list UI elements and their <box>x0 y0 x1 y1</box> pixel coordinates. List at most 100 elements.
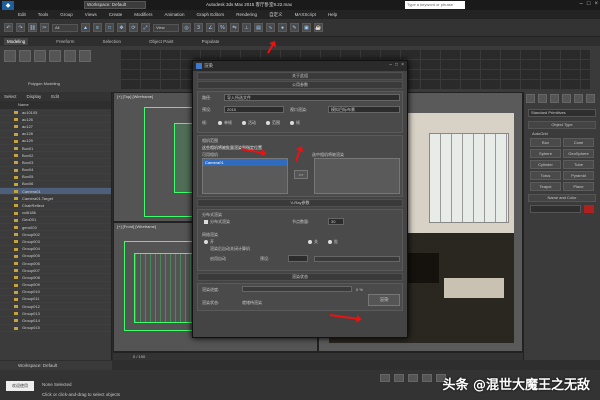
ribbon-tab-populate[interactable]: Populate <box>202 39 220 44</box>
element-icon[interactable] <box>64 50 76 62</box>
menu-animation[interactable]: Animation <box>165 12 185 17</box>
render-status-rollout[interactable]: 渲染状态 <box>197 273 403 281</box>
vertex-icon[interactable] <box>4 50 16 62</box>
edge-icon[interactable] <box>19 50 31 62</box>
dialog-maximize-icon[interactable]: □ <box>395 62 398 68</box>
menu-customize[interactable]: 自定义 <box>269 12 283 18</box>
rect-select-icon[interactable]: □ <box>105 23 114 32</box>
scene-object-item[interactable]: Group008 <box>0 274 111 282</box>
menu-edit[interactable]: Edit <box>18 12 26 17</box>
dialog-close-icon[interactable]: × <box>401 62 404 68</box>
menu-help[interactable]: Help <box>328 12 337 17</box>
menu-views[interactable]: Views <box>85 12 97 17</box>
net-radio-off[interactable] <box>308 240 312 244</box>
scene-object-item[interactable]: Group009 <box>0 282 111 289</box>
menu-modifiers[interactable]: Modifiers <box>134 12 152 17</box>
prev-frame-icon[interactable] <box>394 374 404 382</box>
link-icon[interactable]: ⛓ <box>28 23 37 32</box>
move-icon[interactable]: ✥ <box>117 23 126 32</box>
scene-object-item[interactable]: Box05 <box>0 174 111 181</box>
render-frame-icon[interactable]: ▣ <box>302 23 311 32</box>
snap-icon[interactable]: 3 <box>194 23 203 32</box>
create-tab-icon[interactable] <box>526 94 535 103</box>
workspace-dropdown[interactable]: Workspace: Default <box>84 1 146 9</box>
search-input[interactable]: Type a keyword or phrase <box>405 1 465 9</box>
scene-object-item[interactable]: ac129 <box>0 138 111 145</box>
scene-object-item[interactable]: ac127 <box>0 123 111 131</box>
explorer-tab-display[interactable]: Display <box>27 94 42 99</box>
scene-object-item[interactable]: ChairReflect <box>0 202 111 210</box>
object-type-rollout[interactable]: Object Type <box>528 121 596 129</box>
geosphere-button[interactable]: GeoSphere <box>563 149 594 158</box>
available-camera-list[interactable]: Camera01 <box>202 158 288 194</box>
menu-graph-editors[interactable]: Graph Editors <box>197 12 225 17</box>
object-color-swatch[interactable] <box>584 205 594 213</box>
unlink-icon[interactable]: ✂ <box>40 23 49 32</box>
utilities-tab-icon[interactable] <box>586 94 595 103</box>
range-radio-4[interactable] <box>290 121 294 125</box>
scene-object-item[interactable]: Group012 <box>0 303 111 311</box>
selected-camera-list[interactable] <box>314 158 400 194</box>
scene-object-item[interactable]: Box03 <box>0 159 111 167</box>
close-icon[interactable]: × <box>594 1 598 7</box>
scene-object-item[interactable]: gero003 <box>0 224 111 232</box>
viewport-render-dropdown[interactable]: 模拟目标布景 <box>328 106 400 113</box>
polygon-modeling-label[interactable]: Polygon Modeling <box>28 81 60 86</box>
explorer-tab-select[interactable]: Select <box>4 94 17 99</box>
scene-object-item[interactable]: Camera01.Target <box>0 195 111 203</box>
object-name-field[interactable] <box>530 205 581 213</box>
go-start-icon[interactable] <box>380 374 390 382</box>
motion-tab-icon[interactable] <box>562 94 571 103</box>
range-radio-2[interactable] <box>242 121 246 125</box>
welcome-button[interactable]: 欢迎使用 <box>6 381 34 391</box>
rotate-icon[interactable]: ⟳ <box>129 23 138 32</box>
ribbon-tab-selection[interactable]: Selection <box>103 39 122 44</box>
workspace-selector[interactable]: Workspace: Default <box>0 360 112 370</box>
scene-object-item[interactable]: ccl6186 <box>0 210 111 217</box>
menu-rendering[interactable]: Rendering <box>236 12 257 17</box>
tube-button[interactable]: Tube <box>563 160 594 169</box>
ribbon-tab-freeform[interactable]: Freeform <box>56 39 74 44</box>
sphere-button[interactable]: Sphere <box>530 149 561 158</box>
menu-group[interactable]: Group <box>60 12 73 17</box>
scene-object-item[interactable]: Group010 <box>0 289 111 296</box>
preset-dropdown[interactable]: 2015 <box>224 106 284 113</box>
scene-object-item[interactable]: Box06 <box>0 181 111 189</box>
scene-object-item[interactable]: ac128 <box>0 131 111 138</box>
name-column-header[interactable]: Name <box>0 101 111 109</box>
net-radio-batch[interactable] <box>328 240 332 244</box>
pivot-icon[interactable]: ◎ <box>182 23 191 32</box>
layer-icon[interactable]: ▤ <box>254 23 263 32</box>
minimize-icon[interactable]: – <box>580 1 583 7</box>
name-color-rollout[interactable]: Name and Color <box>528 194 596 202</box>
scene-object-item[interactable]: Group007 <box>0 267 111 275</box>
viewport-front-label[interactable]: [+] [Front] [Wireframe] <box>117 224 156 229</box>
explorer-tab-edit[interactable]: Edit <box>51 94 59 99</box>
scene-object-item[interactable]: Group003 <box>0 238 111 246</box>
display-tab-icon[interactable] <box>574 94 583 103</box>
angle-snap-icon[interactable]: ∠ <box>206 23 215 32</box>
scene-object-item[interactable]: Box02 <box>0 152 111 160</box>
primitive-type-dropdown[interactable]: Standard Primitives <box>528 109 596 117</box>
scene-object-item[interactable]: Group015 <box>0 325 111 332</box>
modify-mode-icon[interactable] <box>79 50 91 62</box>
move-camera-button[interactable]: >> <box>294 170 308 179</box>
ribbon-tab-modeling[interactable]: Modeling <box>4 38 29 45</box>
render-button[interactable]: 渲染 <box>368 294 400 306</box>
scene-object-item[interactable]: Box04 <box>0 167 111 174</box>
about-rollout[interactable]: 关于此组 <box>197 72 403 80</box>
select-icon[interactable]: ▲ <box>81 23 90 32</box>
align-icon[interactable]: ⊥ <box>242 23 251 32</box>
undo-icon[interactable]: ↶ <box>4 23 13 32</box>
render-icon[interactable]: ☕ <box>314 23 323 32</box>
reference-coord-dropdown[interactable]: View <box>153 23 179 32</box>
play-icon[interactable] <box>408 374 418 382</box>
range-radio-1[interactable] <box>218 121 222 125</box>
node-count-field[interactable]: 30 <box>328 218 344 225</box>
path-field[interactable]: 导入所选文件 <box>224 94 400 101</box>
percent-snap-icon[interactable]: % <box>218 23 227 32</box>
dialog-minimize-icon[interactable]: – <box>389 62 392 68</box>
mirror-icon[interactable]: ⇋ <box>230 23 239 32</box>
select-by-name-icon[interactable]: ≡ <box>93 23 102 32</box>
plane-button[interactable]: Plane <box>563 182 594 191</box>
